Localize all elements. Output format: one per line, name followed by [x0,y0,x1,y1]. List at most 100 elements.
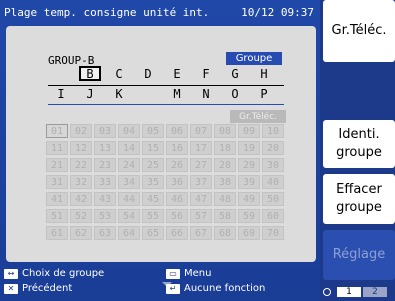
unit-number-cell[interactable]: 32 [70,175,92,189]
letter-cell[interactable]: P [253,86,275,101]
unit-number-cell[interactable]: 15 [142,141,164,155]
page-dot-icon [323,288,331,296]
unit-number-cell[interactable]: 64 [118,226,140,240]
unit-number-cell[interactable]: 14 [118,141,140,155]
unit-number-cell[interactable]: 08 [214,124,236,138]
unit-number-cell[interactable]: 61 [46,226,68,240]
unit-number-cell[interactable]: 68 [214,226,236,240]
hint-menu: ▭ Menu [166,268,211,279]
page-1[interactable]: 1 [337,287,361,297]
unit-number-cell[interactable]: 45 [142,192,164,206]
unit-number-cell[interactable]: 44 [118,192,140,206]
unit-number-cell[interactable]: 13 [94,141,116,155]
unit-number-cell[interactable]: 60 [262,209,284,223]
unit-number-cell[interactable]: 63 [94,226,116,240]
reglage-button[interactable]: Réglage [323,230,395,280]
unit-number-cell[interactable]: 02 [70,124,92,138]
unit-number-cell[interactable]: 58 [214,209,236,223]
unit-number-cell[interactable]: 33 [94,175,116,189]
unit-number-cell[interactable]: 34 [118,175,140,189]
unit-number-cell[interactable]: 05 [142,124,164,138]
gr-teleq-button[interactable]: Gr.Téléc. [323,0,395,62]
unit-number-cell[interactable]: 43 [94,192,116,206]
unit-number-cell[interactable]: 67 [190,226,212,240]
letter-cell[interactable]: C [108,66,130,81]
unit-number-cell[interactable]: 39 [238,175,260,189]
page-2[interactable]: 2 [363,287,387,297]
unit-number-cell[interactable]: 59 [238,209,260,223]
unit-number-cell[interactable]: 07 [190,124,212,138]
unit-number-cell[interactable]: 31 [46,175,68,189]
unit-number-cell[interactable]: 65 [142,226,164,240]
unit-number-cell[interactable]: 55 [142,209,164,223]
unit-number-cell[interactable]: 21 [46,158,68,172]
page-indicator: 1 2 [323,286,395,298]
unit-number-cell[interactable]: 37 [190,175,212,189]
unit-number-cell[interactable]: 25 [142,158,164,172]
letter-cell[interactable]: J [79,86,101,101]
letter-cell-selected[interactable]: B [79,66,101,81]
tab-groupe[interactable]: Groupe [226,52,282,65]
letter-cell[interactable]: O [224,86,246,101]
unit-number-cell[interactable]: 29 [238,158,260,172]
letter-cell[interactable]: H [253,66,275,81]
unit-number-cell[interactable]: 17 [190,141,212,155]
unit-number-cell[interactable]: 19 [238,141,260,155]
unit-number-cell[interactable]: 09 [238,124,260,138]
letter-cell[interactable]: M [166,86,188,101]
unit-number-cell[interactable]: 38 [214,175,236,189]
unit-number-cell[interactable]: 62 [70,226,92,240]
unit-number-cell[interactable]: 36 [166,175,188,189]
unit-number-cell[interactable]: 04 [118,124,140,138]
letter-cell[interactable]: E [166,66,188,81]
letter-cell[interactable]: F [195,66,217,81]
unit-number-cell[interactable]: 69 [238,226,260,240]
unit-number-cell[interactable]: 03 [94,124,116,138]
effacer-groupe-button[interactable]: Effacer groupe [323,174,395,224]
unit-number-cell[interactable]: 57 [190,209,212,223]
identi-groupe-button[interactable]: Identi. groupe [323,120,395,168]
unit-number-cell[interactable]: 48 [214,192,236,206]
unit-number-cell[interactable]: 10 [262,124,284,138]
letter-cell[interactable] [137,86,159,101]
unit-number-cell[interactable]: 16 [166,141,188,155]
unit-number-cell[interactable]: 54 [118,209,140,223]
unit-number-cell[interactable]: 30 [262,158,284,172]
unit-number-cell[interactable]: 46 [166,192,188,206]
unit-number-cell[interactable]: 24 [118,158,140,172]
unit-number-cell[interactable]: 56 [166,209,188,223]
unit-number-cell[interactable]: 70 [262,226,284,240]
unit-number-cell[interactable]: 40 [262,175,284,189]
letter-cell[interactable]: K [108,86,130,101]
unit-number-cell[interactable]: 49 [238,192,260,206]
unit-number-cell[interactable]: 22 [70,158,92,172]
unit-number-cell[interactable]: 28 [214,158,236,172]
letter-cell[interactable]: I [50,86,72,101]
unit-number-cell[interactable]: 12 [70,141,92,155]
unit-number-cell[interactable]: 66 [166,226,188,240]
unit-number-cell[interactable]: 23 [94,158,116,172]
unit-number-cell[interactable]: 53 [94,209,116,223]
letter-cell[interactable]: D [137,66,159,81]
tab-gr-teleq[interactable]: Gr.Téléc. [230,110,286,123]
letter-cell[interactable] [50,66,72,81]
letter-cell[interactable]: G [224,66,246,81]
unit-number-cell[interactable]: 42 [70,192,92,206]
letter-cell[interactable]: N [195,86,217,101]
unit-number-cell[interactable]: 52 [70,209,92,223]
unit-number-cell[interactable]: 27 [190,158,212,172]
unit-number-cell[interactable]: 11 [46,141,68,155]
arrows-lr-icon: ↔ [4,268,18,279]
unit-number-cell[interactable]: 51 [46,209,68,223]
unit-number-cell[interactable]: 26 [166,158,188,172]
unit-number-cell[interactable]: 01 [46,124,68,138]
letters-row-2: I J K M N O P [50,86,282,101]
unit-number-cell[interactable]: 35 [142,175,164,189]
unit-number-cell[interactable]: 47 [190,192,212,206]
menu-icon: ▭ [166,268,180,279]
unit-number-cell[interactable]: 20 [262,141,284,155]
unit-number-cell[interactable]: 06 [166,124,188,138]
unit-number-cell[interactable]: 50 [262,192,284,206]
unit-number-cell[interactable]: 18 [214,141,236,155]
unit-number-cell[interactable]: 41 [46,192,68,206]
